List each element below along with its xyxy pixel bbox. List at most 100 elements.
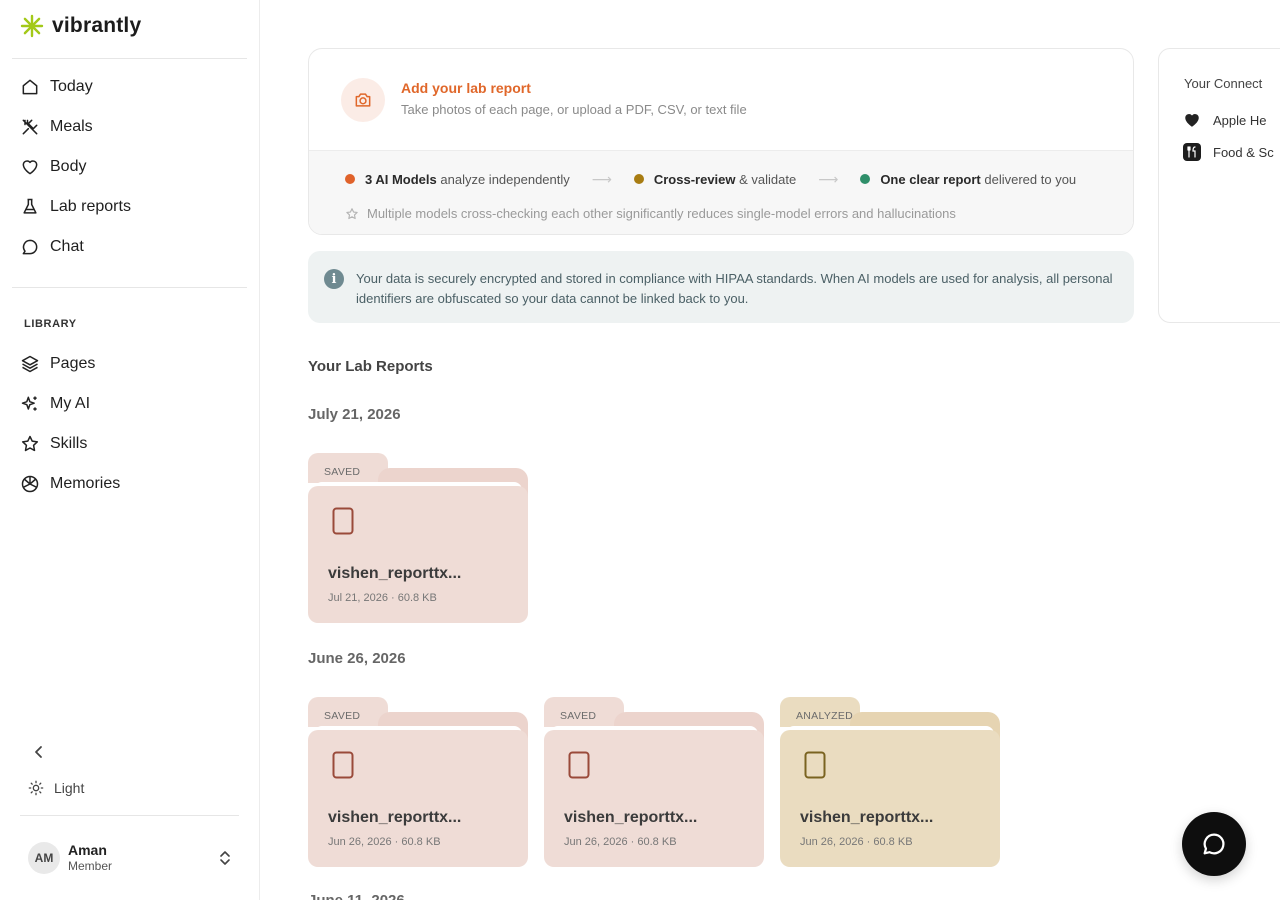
file-name: vishen_reporttx... xyxy=(564,809,698,826)
heart-icon xyxy=(22,160,38,175)
status-badge: ANALYZED xyxy=(796,710,854,722)
star-icon xyxy=(21,435,39,452)
connection-food[interactable]: Food & Sc xyxy=(1183,143,1274,161)
hipaa-notice: i Your data is securely encrypted and st… xyxy=(308,251,1134,323)
brand-logo[interactable]: vibrantly xyxy=(20,14,141,38)
step-title: One clear report xyxy=(880,172,981,187)
hipaa-text: Your data is securely encrypted and stor… xyxy=(356,271,1113,306)
nav-item-chat[interactable]: Chat xyxy=(20,227,240,267)
brand-name: vibrantly xyxy=(52,14,142,37)
sidebar: vibrantly Today Meals Body Lab reports C… xyxy=(0,0,260,900)
nav-item-today[interactable]: Today xyxy=(20,67,240,107)
document-icon xyxy=(568,751,590,779)
sun-icon xyxy=(28,780,44,796)
nav-label: Body xyxy=(50,158,87,175)
nav-label: Today xyxy=(50,78,93,95)
camera-icon-circle xyxy=(341,77,385,122)
user-role: Member xyxy=(68,859,113,874)
file-meta: Jun 26, 2026 · 60.8 KB xyxy=(328,836,441,848)
step-title: 3 AI Models xyxy=(365,172,437,187)
memory-icon xyxy=(21,475,39,493)
heart-icon xyxy=(1185,114,1199,127)
pipeline-step: Cross-review & validate xyxy=(633,172,797,187)
main-nav: Today Meals Body Lab reports Chat xyxy=(20,67,240,267)
theme-label: Light xyxy=(54,780,85,796)
nav-item-skills[interactable]: Skills xyxy=(20,424,240,464)
upload-card: Add your lab report Take photos of each … xyxy=(308,48,1134,235)
analysis-pipeline: 3 AI Models analyze independently ⟶ Cros… xyxy=(309,150,1133,234)
food-app-icon xyxy=(1183,143,1201,161)
note-text: Multiple models cross-checking each othe… xyxy=(367,206,956,221)
connections-title: Your Connect xyxy=(1184,76,1263,91)
step-title: Cross-review xyxy=(653,172,736,187)
add-lab-report-button[interactable]: Add your lab report Take photos of each … xyxy=(309,49,1133,150)
file-meta: Jun 26, 2026 · 60.8 KB xyxy=(800,836,913,848)
report-card[interactable]: SAVED vishen_reporttx... Jul 21, 2026 · … xyxy=(308,453,528,623)
connection-label: Apple He xyxy=(1213,112,1267,128)
file-name: vishen_reporttx... xyxy=(328,565,462,582)
file-name: vishen_reporttx... xyxy=(328,809,462,826)
avatar: AM xyxy=(28,842,60,874)
chat-fab-button[interactable] xyxy=(1182,812,1246,876)
sidebar-divider xyxy=(20,815,239,816)
report-card[interactable]: SAVED vishen_reporttx... Jun 26, 2026 · … xyxy=(308,697,528,867)
star-outline-icon xyxy=(346,207,358,219)
status-dot xyxy=(345,174,355,184)
document-icon xyxy=(332,507,354,535)
upload-subtitle: Take photos of each page, or upload a PD… xyxy=(401,102,747,117)
sparkle-logo-icon xyxy=(20,14,44,38)
nav-label: Skills xyxy=(50,435,88,452)
info-icon: i xyxy=(324,269,344,289)
pipeline-step: One clear report delivered to you xyxy=(860,172,1076,187)
nav-item-meals[interactable]: Meals xyxy=(20,107,240,147)
arrow-right-icon: ⟶ xyxy=(591,171,612,187)
arrow-right-icon: ⟶ xyxy=(818,171,839,187)
report-card[interactable]: SAVED vishen_reporttx... Jun 26, 2026 · … xyxy=(544,697,764,867)
user-name: Aman xyxy=(68,841,107,858)
nav-item-my-ai[interactable]: My AI xyxy=(20,384,240,424)
status-badge: SAVED xyxy=(324,466,361,478)
sidebar-divider xyxy=(12,287,247,288)
chat-bubble-icon xyxy=(1203,833,1225,855)
pipeline-note: Multiple models cross-checking each othe… xyxy=(345,206,1133,221)
date-heading: June 11, 2026 xyxy=(308,892,405,900)
connection-label: Food & Sc xyxy=(1213,144,1274,160)
home-icon xyxy=(22,79,38,95)
status-dot xyxy=(633,174,644,184)
connection-apple-health[interactable]: Apple He xyxy=(1183,111,1266,129)
step-desc: analyze independently xyxy=(440,172,570,187)
step-desc: & validate xyxy=(739,172,797,187)
flask-icon xyxy=(23,198,37,214)
status-badge: SAVED xyxy=(324,710,361,722)
library-label: LIBRARY xyxy=(24,318,77,330)
collapse-sidebar-icon[interactable] xyxy=(30,743,48,761)
file-meta: Jun 26, 2026 · 60.8 KB xyxy=(564,836,677,848)
nav-item-pages[interactable]: Pages xyxy=(20,344,240,384)
pipeline-step: 3 AI Models analyze independently xyxy=(345,172,570,187)
status-dot xyxy=(860,174,871,184)
layers-icon xyxy=(21,355,39,373)
date-heading: June 26, 2026 xyxy=(308,650,406,667)
connections-card: Your Connect Apple He Food & Sc xyxy=(1158,48,1280,323)
document-icon xyxy=(332,751,354,779)
nav-label: Meals xyxy=(50,118,93,135)
user-menu[interactable]: AM Aman Member xyxy=(28,840,238,876)
section-title: Your Lab Reports xyxy=(308,358,433,375)
utensils-icon xyxy=(22,119,38,135)
upload-title: Add your lab report xyxy=(401,80,531,96)
nav-label: Lab reports xyxy=(50,198,131,215)
sidebar-divider xyxy=(12,58,247,59)
theme-toggle[interactable]: Light xyxy=(28,780,84,796)
report-card[interactable]: ANALYZED vishen_reporttx... Jun 26, 2026… xyxy=(780,697,1000,867)
nav-label: Memories xyxy=(50,475,121,492)
document-icon xyxy=(804,751,826,779)
nav-label: Chat xyxy=(50,238,84,255)
nav-item-lab-reports[interactable]: Lab reports xyxy=(20,187,240,227)
sparkles-icon xyxy=(21,396,37,411)
nav-item-memories[interactable]: Memories xyxy=(20,464,240,504)
step-desc: delivered to you xyxy=(984,172,1077,187)
nav-label: My AI xyxy=(50,395,91,412)
file-name: vishen_reporttx... xyxy=(800,809,934,826)
library-nav: Pages My AI Skills Memories xyxy=(20,344,240,504)
nav-item-body[interactable]: Body xyxy=(20,147,240,187)
